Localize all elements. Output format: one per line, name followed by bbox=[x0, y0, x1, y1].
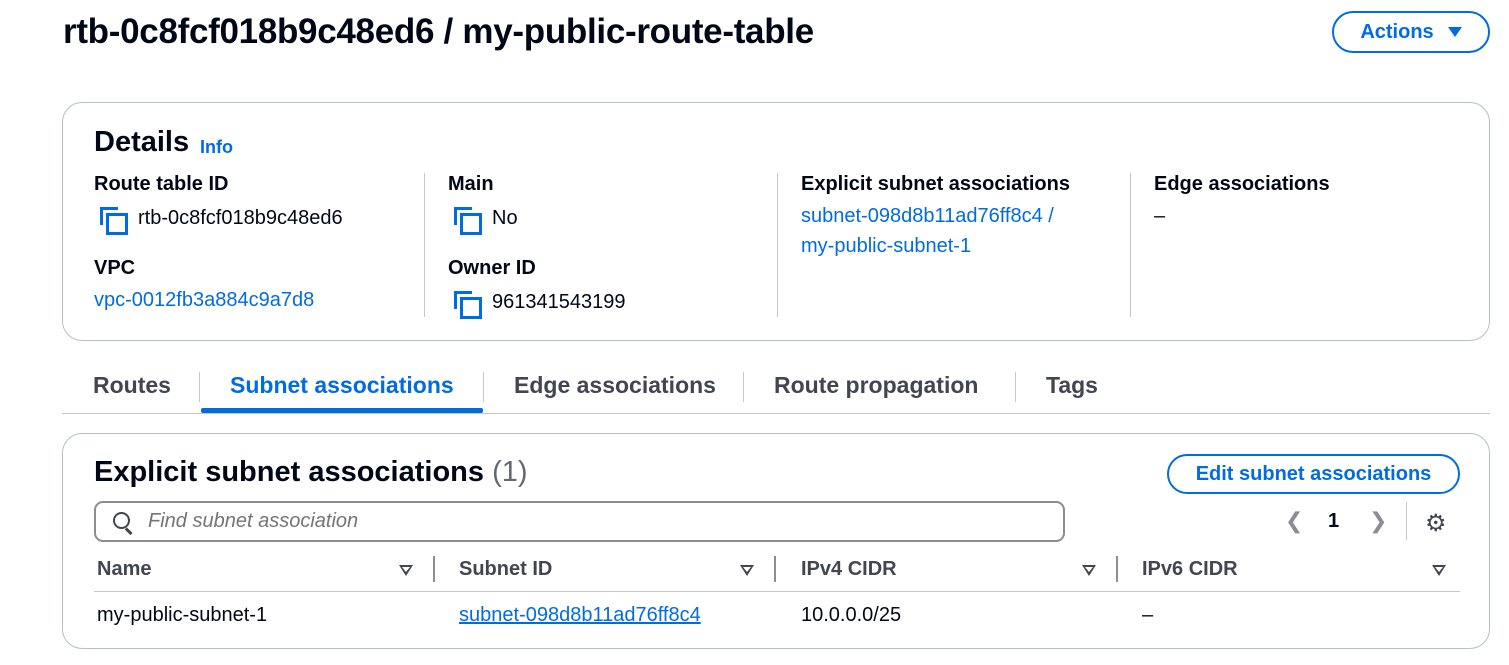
column-divider bbox=[777, 173, 778, 317]
chevron-left-icon[interactable]: ❮ bbox=[1285, 508, 1303, 534]
details-column-2: Main No Owner ID 961341543199 bbox=[448, 173, 768, 319]
column-resizer[interactable] bbox=[1116, 556, 1118, 582]
copy-icon[interactable] bbox=[452, 205, 482, 235]
tab-subnet-associations[interactable]: Subnet associations bbox=[230, 372, 454, 399]
page-number[interactable]: 1 bbox=[1328, 510, 1339, 533]
owner-id-text: 961341543199 bbox=[492, 290, 626, 313]
main-value: No bbox=[452, 205, 518, 235]
sort-down-icon[interactable] bbox=[399, 565, 413, 576]
tab-separator bbox=[743, 372, 744, 402]
column-header-subnet-id[interactable]: Subnet ID bbox=[459, 558, 552, 581]
tab-routes[interactable]: Routes bbox=[93, 372, 171, 399]
owner-id-value: 961341543199 bbox=[452, 289, 626, 319]
explicit-associations-label: Explicit subnet associations bbox=[801, 173, 1070, 195]
tab-separator bbox=[1015, 372, 1016, 402]
main-value-text: No bbox=[492, 206, 518, 229]
table-cell-subnet-id-link[interactable]: subnet-098d8b11ad76ff8c4 bbox=[459, 604, 701, 627]
actions-button-label: Actions bbox=[1360, 20, 1434, 43]
tab-separator bbox=[199, 372, 200, 402]
details-panel: Details Info Route table ID rtb-0c8fcf01… bbox=[62, 102, 1490, 341]
column-divider bbox=[1130, 173, 1131, 317]
details-column-1: Route table ID rtb-0c8fcf018b9c48ed6 VPC… bbox=[94, 173, 414, 317]
associations-count: (1) bbox=[492, 456, 528, 488]
column-resizer[interactable] bbox=[774, 556, 776, 582]
search-field[interactable] bbox=[94, 501, 1065, 542]
tab-edge-associations[interactable]: Edge associations bbox=[514, 372, 716, 399]
route-table-id-value: rtb-0c8fcf018b9c48ed6 bbox=[98, 205, 343, 235]
pager-divider bbox=[1406, 502, 1407, 540]
chevron-right-icon[interactable]: ❯ bbox=[1369, 508, 1387, 534]
route-table-id-text: rtb-0c8fcf018b9c48ed6 bbox=[138, 206, 343, 229]
subnet-associations-panel: Explicit subnet associations (1) Edit su… bbox=[62, 433, 1490, 649]
gear-icon[interactable]: ⚙ bbox=[1425, 509, 1447, 538]
column-header-ipv6-cidr[interactable]: IPv6 CIDR bbox=[1142, 558, 1238, 581]
column-resizer[interactable] bbox=[433, 556, 435, 582]
associations-title-text: Explicit subnet associations bbox=[94, 456, 484, 488]
column-header-ipv4-cidr[interactable]: IPv4 CIDR bbox=[801, 558, 897, 581]
tab-separator bbox=[483, 372, 484, 402]
vpc-label: VPC bbox=[94, 257, 136, 279]
edge-associations-label: Edge associations bbox=[1154, 173, 1330, 195]
active-tab-indicator bbox=[201, 408, 483, 413]
tab-route-propagation[interactable]: Route propagation bbox=[774, 372, 978, 399]
details-column-3: Explicit subnet associations subnet-098d… bbox=[801, 173, 1121, 317]
edge-associations-value: – bbox=[1154, 205, 1166, 227]
header-divider bbox=[94, 591, 1460, 592]
caret-down-icon bbox=[1447, 27, 1462, 37]
details-column-4: Edge associations – bbox=[1154, 173, 1454, 317]
table-cell-ipv6-cidr: – bbox=[1142, 604, 1154, 626]
search-icon bbox=[112, 511, 134, 533]
table-cell-ipv4-cidr: 10.0.0.0/25 bbox=[801, 604, 902, 626]
edit-subnet-associations-button[interactable]: Edit subnet associations bbox=[1167, 454, 1460, 494]
column-header-name[interactable]: Name bbox=[97, 558, 151, 581]
owner-id-label: Owner ID bbox=[448, 257, 536, 279]
info-link[interactable]: Info bbox=[200, 137, 233, 158]
tab-bar: Routes Subnet associations Edge associat… bbox=[62, 364, 1490, 414]
actions-button[interactable]: Actions bbox=[1332, 11, 1490, 53]
copy-icon[interactable] bbox=[452, 289, 482, 319]
sort-down-icon[interactable] bbox=[740, 565, 754, 576]
table-cell-name: my-public-subnet-1 bbox=[97, 604, 268, 626]
search-input[interactable] bbox=[148, 510, 1028, 533]
explicit-association-name-link[interactable]: my-public-subnet-1 bbox=[801, 235, 971, 258]
associations-title: Explicit subnet associations (1) bbox=[94, 456, 528, 489]
page-title: rtb-0c8fcf018b9c48ed6 / my-public-route-… bbox=[63, 12, 814, 51]
sort-down-icon[interactable] bbox=[1432, 565, 1446, 576]
vpc-link[interactable]: vpc-0012fb3a884c9a7d8 bbox=[94, 289, 314, 312]
copy-icon[interactable] bbox=[98, 205, 128, 235]
tab-tags[interactable]: Tags bbox=[1046, 372, 1098, 399]
explicit-association-link[interactable]: subnet-098d8b11ad76ff8c4 / bbox=[801, 205, 1054, 228]
sort-down-icon[interactable] bbox=[1082, 565, 1096, 576]
route-table-id-label: Route table ID bbox=[94, 173, 229, 195]
column-divider bbox=[424, 173, 425, 317]
details-title: Details bbox=[94, 126, 190, 158]
main-label: Main bbox=[448, 173, 494, 195]
